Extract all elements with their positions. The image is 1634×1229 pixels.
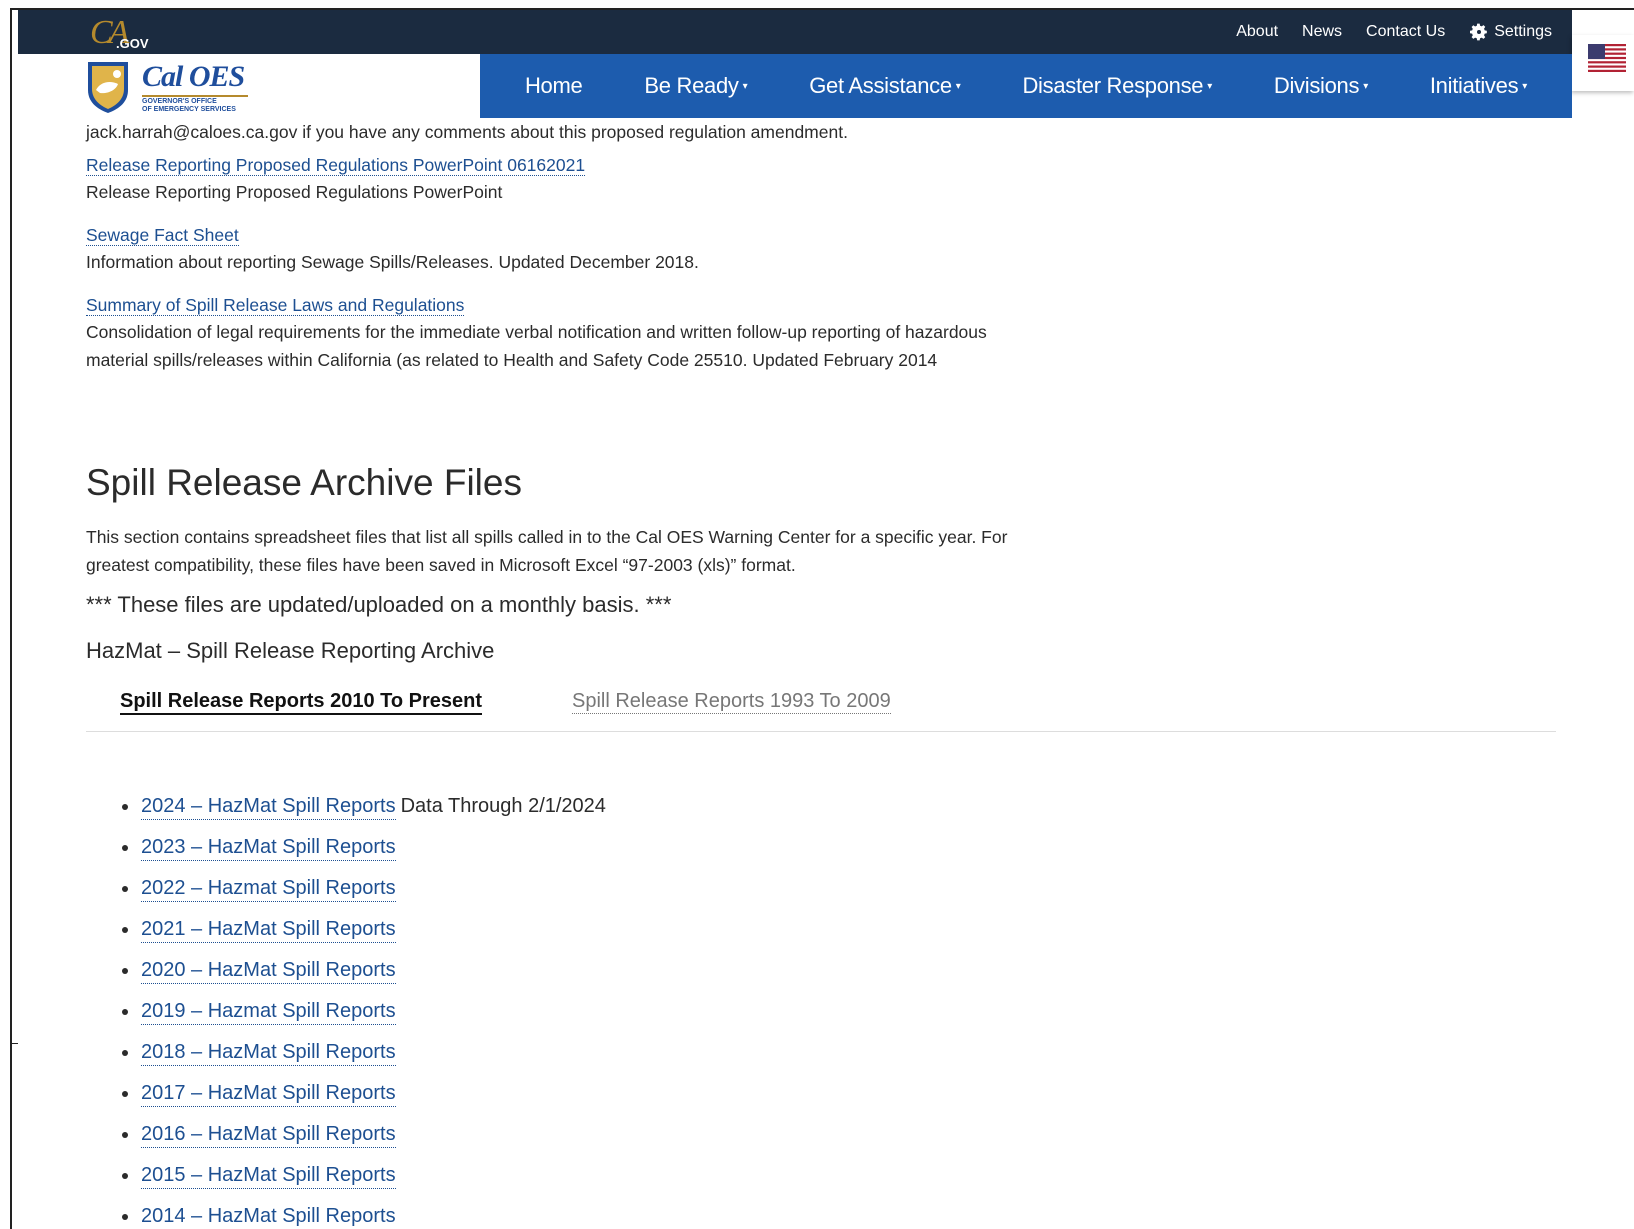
nav-get-assistance[interactable]: Get Assistance ▾ [809, 73, 961, 99]
nav-be-ready[interactable]: Be Ready ▾ [644, 73, 747, 99]
intro-line: jack.harrah@caloes.ca.gov if you have an… [86, 122, 848, 142]
utility-bar: CA .GOV About News Contact Us Settings [18, 10, 1572, 54]
cal-oes-subtitle-line2: OF EMERGENCY SERVICES [142, 106, 236, 113]
nav-home[interactable]: Home [525, 73, 583, 99]
report-note: Data Through 2/1/2024 [400, 795, 606, 817]
resource-description: material spills/releases within Californ… [86, 350, 938, 370]
update-notice: *** These files are updated/uploaded on … [86, 592, 672, 617]
section-description-line: This section contains spreadsheet files … [86, 527, 1008, 547]
resource-item: Sewage Fact Sheet Information about repo… [86, 222, 1216, 276]
about-link[interactable]: About [1236, 23, 1278, 41]
settings-label: Settings [1494, 23, 1552, 40]
report-link-2014[interactable]: 2014 – HazMat Spill Reports [141, 1203, 396, 1229]
tab-1993-to-2009[interactable]: Spill Release Reports 1993 To 2009 [572, 690, 891, 714]
section-description-line: greatest compatibility, these files have… [86, 555, 796, 575]
nav-disaster-response[interactable]: Disaster Response ▾ [1022, 73, 1212, 99]
bullet-icon [122, 1049, 128, 1056]
bullet-icon [122, 844, 128, 851]
list-item: 2017 – HazMat Spill Reports [122, 1073, 606, 1114]
contact-us-link[interactable]: Contact Us [1366, 23, 1445, 41]
list-item: 2022 – Hazmat Spill Reports [122, 868, 606, 909]
list-item: 2024 – HazMat Spill Reports Data Through … [122, 786, 606, 827]
spill-release-laws-link[interactable]: Summary of Spill Release Laws and Regula… [86, 295, 465, 316]
reports-list: 2024 – HazMat Spill Reports Data Through … [122, 786, 606, 1229]
news-link[interactable]: News [1302, 23, 1342, 41]
resource-description: Consolidation of legal requirements for … [86, 322, 987, 342]
language-flag-button[interactable] [1572, 35, 1634, 91]
resource-description: Release Reporting Proposed Regulations P… [86, 182, 503, 202]
report-link-2017[interactable]: 2017 – HazMat Spill Reports [141, 1080, 396, 1107]
resource-item: Summary of Spill Release Laws and Regula… [86, 292, 1216, 374]
nav-initiatives-label: Initiatives [1429, 73, 1519, 98]
powerpoint-link[interactable]: Release Reporting Proposed Regulations P… [86, 155, 586, 176]
list-item: 2021 – HazMat Spill Reports [122, 909, 606, 950]
chevron-down-icon: ▾ [1363, 80, 1368, 92]
settings-button[interactable]: Settings [1469, 22, 1552, 42]
report-link-2016[interactable]: 2016 – HazMat Spill Reports [141, 1121, 396, 1148]
nav-get-assistance-label: Get Assistance [809, 73, 952, 98]
cagov-logo-gov: .GOV [116, 36, 149, 51]
bullet-icon [122, 967, 128, 974]
list-item: 2014 – HazMat Spill Reports [122, 1196, 606, 1229]
us-flag-icon [1588, 44, 1626, 72]
nav-initiatives[interactable]: Initiatives ▾ [1430, 73, 1527, 99]
bullet-icon [122, 1008, 128, 1015]
cal-oes-subtitle: GOVERNOR'S OFFICE OF EMERGENCY SERVICES [142, 95, 248, 114]
bullet-icon [122, 1172, 128, 1179]
cal-oes-title: Cal OES [142, 60, 245, 93]
tab-2010-to-present[interactable]: Spill Release Reports 2010 To Present [120, 690, 483, 715]
list-item: 2015 – HazMat Spill Reports [122, 1155, 606, 1196]
nav-divisions[interactable]: Divisions ▾ [1274, 73, 1368, 99]
report-link-2023[interactable]: 2023 – HazMat Spill Reports [141, 834, 396, 861]
resource-item: Release Reporting Proposed Regulations P… [86, 152, 1216, 206]
list-item: 2016 – HazMat Spill Reports [122, 1114, 606, 1155]
list-item: 2018 – HazMat Spill Reports [122, 1032, 606, 1073]
window-frame-tick [12, 1043, 18, 1044]
nav-divisions-label: Divisions [1273, 73, 1360, 98]
report-link-2015[interactable]: 2015 – HazMat Spill Reports [141, 1162, 396, 1189]
resource-description: Information about reporting Sewage Spill… [86, 252, 699, 272]
chevron-down-icon: ▾ [955, 80, 961, 92]
bullet-icon [122, 926, 128, 933]
cal-oes-seal-icon [88, 62, 128, 113]
window-frame-left [10, 8, 12, 1229]
section-title: Spill Release Archive Files [86, 462, 522, 503]
chevron-down-icon: ▾ [1207, 80, 1212, 92]
list-item: 2020 – HazMat Spill Reports [122, 950, 606, 991]
list-item: 2019 – Hazmat Spill Reports [122, 991, 606, 1032]
bullet-icon [122, 1131, 128, 1138]
sewage-fact-sheet-link[interactable]: Sewage Fact Sheet [86, 225, 239, 246]
main-nav: Home Be Ready ▾ Get Assistance ▾ Disaster … [480, 54, 1572, 118]
bullet-icon [122, 885, 128, 892]
nav-disaster-response-label: Disaster Response [1022, 73, 1204, 98]
report-link-2019[interactable]: 2019 – Hazmat Spill Reports [141, 998, 396, 1025]
gear-icon [1470, 23, 1488, 41]
cal-oes-logo[interactable]: Cal OES GOVERNOR'S OFFICE OF EMERGENCY S… [86, 54, 480, 118]
section-description: This section contains spreadsheet files … [86, 523, 1216, 579]
bullet-icon [122, 803, 128, 810]
utility-links: About News Contact Us Settings [1236, 10, 1552, 54]
report-link-2020[interactable]: 2020 – HazMat Spill Reports [141, 957, 396, 984]
list-item: 2023 – HazMat Spill Reports [122, 827, 606, 868]
report-link-2018[interactable]: 2018 – HazMat Spill Reports [141, 1039, 396, 1066]
nav-home-label: Home [524, 73, 583, 98]
archive-subheading: HazMat – Spill Release Reporting Archive [86, 638, 495, 663]
report-tabs: Spill Release Reports 2010 To Present Sp… [86, 682, 1556, 732]
report-link-2022[interactable]: 2022 – Hazmat Spill Reports [141, 875, 396, 902]
bullet-icon [122, 1090, 128, 1097]
bullet-icon [122, 1213, 128, 1220]
chevron-down-icon: ▾ [742, 80, 748, 92]
cagov-logo[interactable]: CA .GOV [90, 14, 150, 54]
cal-oes-subtitle-line1: GOVERNOR'S OFFICE [142, 98, 217, 105]
report-link-2021[interactable]: 2021 – HazMat Spill Reports [141, 916, 396, 943]
report-link-2024[interactable]: 2024 – HazMat Spill Reports [141, 793, 396, 820]
chevron-down-icon: ▾ [1522, 80, 1527, 92]
nav-be-ready-label: Be Ready [644, 73, 739, 98]
